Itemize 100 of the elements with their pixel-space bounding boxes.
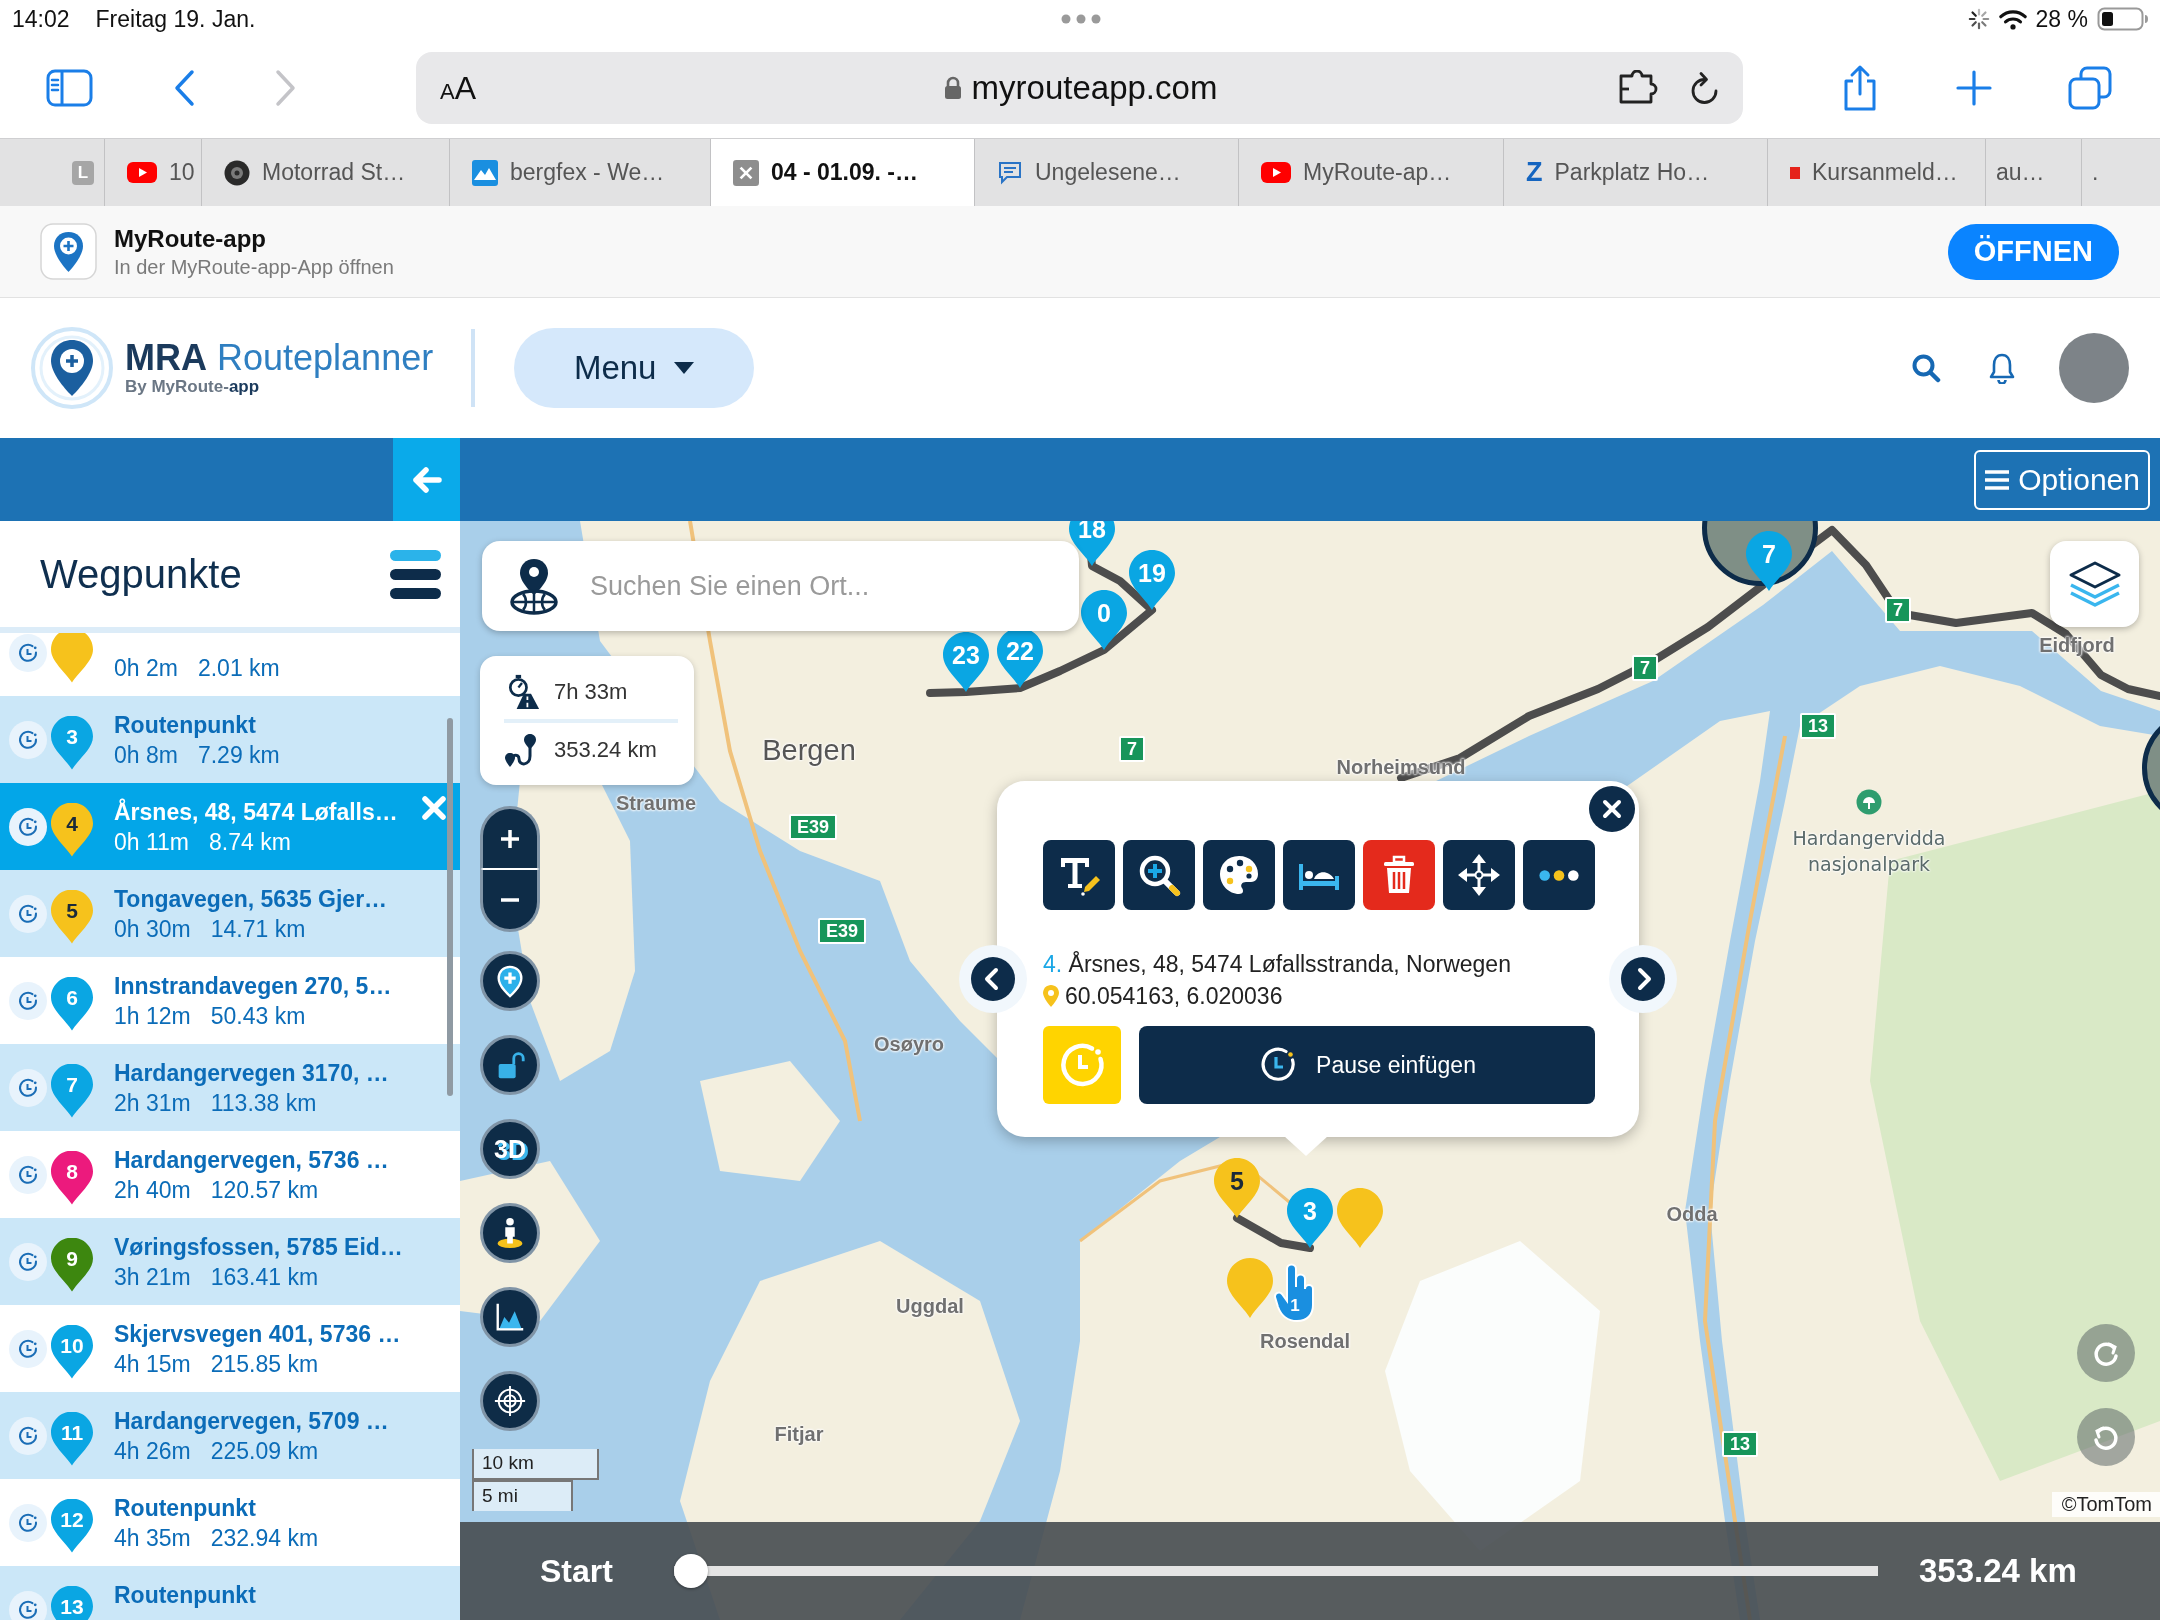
video-play-icon [127, 162, 157, 183]
browser-tab[interactable]: 04 - 01.09. -… [710, 139, 974, 206]
clock-icon[interactable] [9, 1068, 47, 1107]
waypoint-time: 0h 11m [114, 827, 189, 857]
place-label: Osøyro [874, 1032, 944, 1056]
start-label: Start [539, 1552, 613, 1590]
waypoint-time: 4h 35m [114, 1523, 191, 1553]
app-banner-subtitle: In der MyRoute-app-App öffnen [114, 254, 394, 280]
remove-icon[interactable] [421, 795, 447, 821]
search-bar[interactable]: Suchen Sie einen Ort... [482, 541, 1079, 631]
park-icon [1856, 789, 1882, 815]
menu-icon[interactable] [390, 549, 441, 599]
favicon: Z [1526, 157, 1543, 188]
plus-icon [499, 827, 521, 850]
minus-icon [499, 897, 521, 902]
location-search-icon [508, 557, 560, 615]
waypoint-distance: 113.38 km [210, 1088, 317, 1118]
lock-icon [943, 76, 962, 100]
insert-pause-button[interactable]: Pause einfügen [1139, 1026, 1595, 1104]
waypoint-time: 2h 40m [114, 1175, 191, 1205]
slider-thumb[interactable] [674, 1554, 708, 1588]
address-bar[interactable]: AA myrouteapp.com [416, 52, 1743, 124]
waypoint-time: 4h 26m [114, 1436, 191, 1466]
clock-icon[interactable] [9, 981, 47, 1020]
clock-icon[interactable] [9, 633, 47, 672]
scrollbar-thumb[interactable] [447, 718, 453, 1096]
menu-button[interactable]: Menu [514, 328, 755, 408]
road-number: 7 [1632, 655, 1658, 681]
waypoint-name: Hardangervegen, 5709 … [114, 1406, 389, 1436]
close-tab-icon[interactable] [733, 159, 759, 186]
road-number: 13 [1800, 713, 1836, 739]
search-field[interactable]: Suchen Sie einen Ort... [590, 566, 1060, 606]
waypoint-marker: 4 [51, 802, 93, 857]
more-dots-icon[interactable] [1060, 14, 1101, 24]
rotate-clockwise-icon[interactable] [2076, 1323, 2136, 1383]
style-button[interactable] [1203, 840, 1275, 910]
waypoint-row[interactable]: 4 Årsnes, 48, 5474 Løfalls… 0h 11m 8.74 km [0, 783, 460, 870]
square-mark-icon [1790, 166, 1800, 179]
road-number: 7 [1885, 597, 1911, 623]
waypoint-distance: 232.94 km [210, 1523, 319, 1553]
chevron-left-icon [971, 957, 1015, 1001]
pin-icon [1043, 985, 1059, 1007]
waypoint-distance: 50.43 km [210, 1001, 306, 1031]
waypoint-row[interactable]: 11 Hardangervegen, 5709 … 4h 26m 225.09 km [0, 1392, 460, 1479]
waypoint-row[interactable]: 9 Vøringsfossen, 5785 Eid… 3h 21m 163.41 km [0, 1218, 460, 1305]
url-text: myrouteapp.com [971, 69, 1218, 107]
clock-icon[interactable] [9, 1155, 47, 1194]
waypoint-row[interactable]: 7 Hardangervegen 3170, … 2h 31m 113.38 km [0, 1044, 460, 1131]
waypoint-name: Tongavegen, 5635 Gjer… [114, 884, 388, 914]
zoom-button[interactable] [1123, 840, 1195, 910]
reader-button[interactable]: AA [440, 69, 477, 107]
app-icon [40, 223, 97, 280]
waypoint-marker: 3 [51, 715, 93, 770]
hand-marker[interactable]: 1 [1273, 1261, 1317, 1323]
zoom-in-button[interactable] [480, 806, 540, 869]
clock-icon[interactable] [9, 807, 47, 846]
battery-icon [2097, 7, 2149, 31]
message-icon [997, 159, 1023, 186]
layers-button[interactable] [2050, 541, 2139, 627]
waypoint-time: 2h 31m [114, 1088, 191, 1118]
waypoint-row[interactable]: 5 Tongavegen, 5635 Gjer… 0h 30m 14.71 km [0, 870, 460, 957]
chevron-right-icon [1621, 957, 1665, 1001]
status-date: Freitag 19. Jan. [95, 5, 256, 33]
tabs-icon[interactable] [2068, 66, 2112, 110]
waypoint-name: Hardangervegen, 5736 … [114, 1145, 389, 1175]
search-icon[interactable] [1911, 353, 1941, 383]
waypoint-row[interactable]: 3 Routenpunkt 0h 8m 7.29 km [0, 696, 460, 783]
waypoint-distance: 215.85 km [210, 1349, 319, 1379]
rename-button[interactable] [1043, 840, 1115, 910]
collapse-sidebar-button[interactable] [393, 438, 460, 521]
clock-icon[interactable] [9, 1242, 47, 1281]
bell-icon[interactable] [1988, 352, 2016, 384]
move-button[interactable] [1443, 840, 1515, 910]
more-button[interactable] [1523, 840, 1595, 910]
scale-bar: 5 mi [472, 1480, 573, 1511]
back-icon[interactable] [173, 69, 195, 107]
zoom-out-button[interactable] [480, 869, 540, 932]
clock-icon[interactable] [9, 1416, 47, 1455]
overnight-button[interactable] [1283, 840, 1355, 910]
options-button[interactable]: Optionen [1974, 449, 2150, 510]
place-label: Hardangervidda nasjonalpark [1791, 826, 1947, 877]
waypoint-marker: 7 [51, 1063, 93, 1118]
delete-button[interactable] [1363, 840, 1435, 910]
clock-icon[interactable] [9, 1503, 47, 1542]
clock-icon[interactable] [9, 1329, 47, 1368]
clock-icon[interactable] [9, 720, 47, 759]
caret-icon [674, 362, 695, 374]
open-app-button[interactable]: ÖFFNEN [1947, 223, 2119, 280]
plus-icon[interactable] [1956, 70, 1992, 106]
rotate-counterclockwise-icon[interactable] [2076, 1407, 2136, 1467]
waypoint-time: 0h 2m [114, 653, 178, 683]
clock-icon[interactable] [9, 894, 47, 933]
close-button[interactable] [1589, 786, 1635, 832]
waypoint-name: Routenpunkt [114, 1580, 256, 1610]
sidebar-icon[interactable] [46, 69, 93, 107]
scale-bar: 10 km [472, 1449, 599, 1480]
waypoint-marker: 5 [51, 889, 93, 944]
favicon: L [72, 160, 94, 185]
waypoint-row[interactable]: 13 Routenpunkt [0, 1566, 460, 1620]
clock-icon[interactable] [9, 1590, 47, 1620]
